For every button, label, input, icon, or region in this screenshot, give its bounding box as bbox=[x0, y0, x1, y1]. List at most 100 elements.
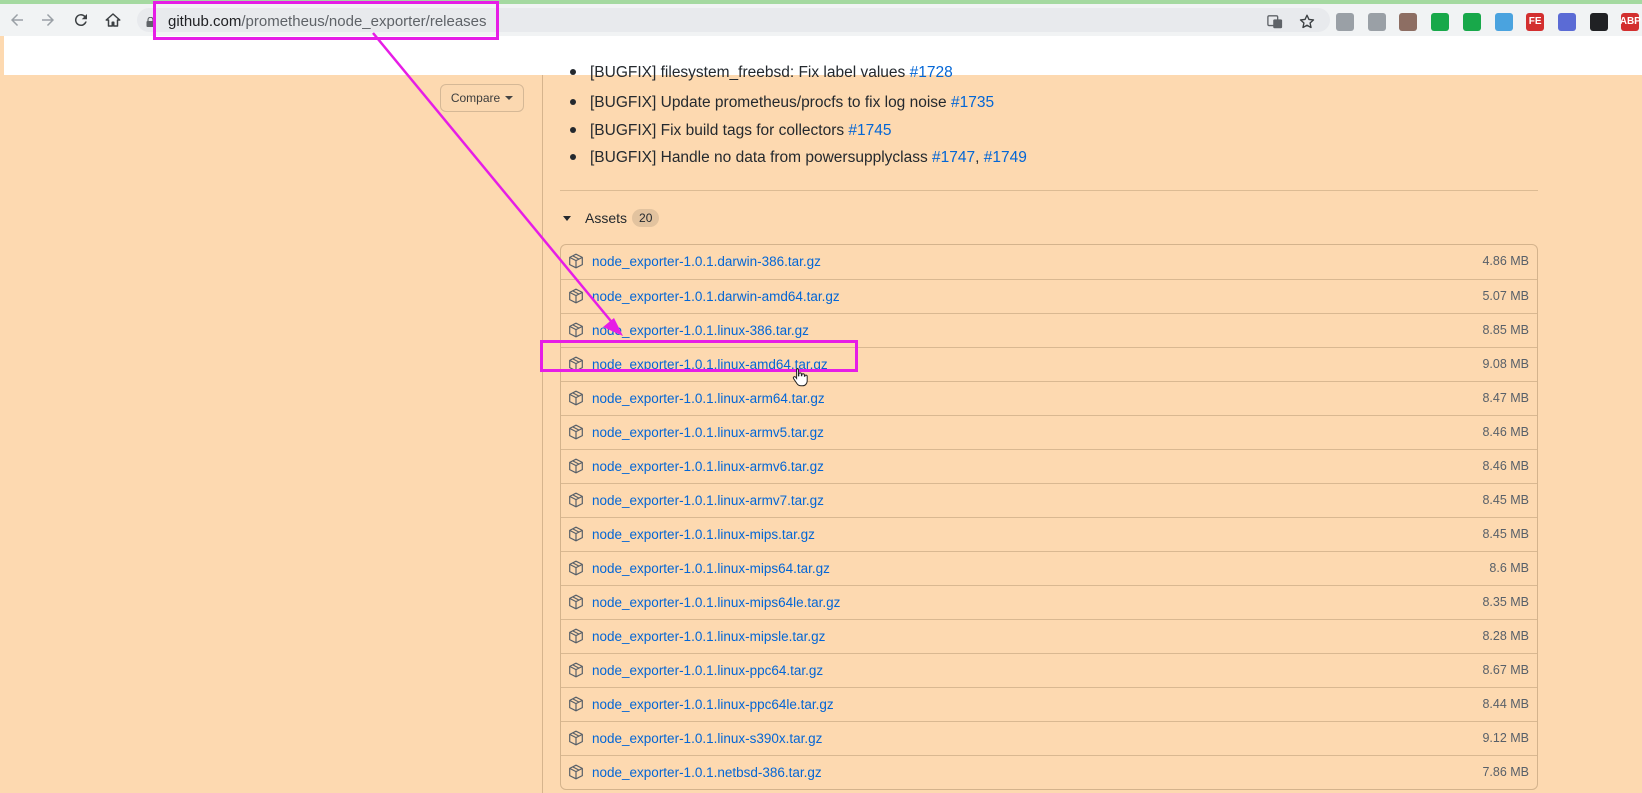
caret-down-icon bbox=[563, 215, 571, 221]
asset-row: node_exporter-1.0.1.linux-mips.tar.gz 8.4… bbox=[561, 517, 1537, 551]
issue-link[interactable]: #1747 bbox=[932, 149, 975, 166]
asset-row: node_exporter-1.0.1.linux-386.tar.gz 8.85… bbox=[561, 313, 1537, 347]
bird-extension-icon[interactable] bbox=[1494, 13, 1513, 31]
asset-row: node_exporter-1.0.1.linux-s390x.tar.gz 9.… bbox=[561, 721, 1537, 755]
package-icon bbox=[568, 492, 584, 508]
asset-download-link[interactable]: node_exporter-1.0.1.linux-mips64.tar.gz bbox=[592, 560, 830, 577]
asset-download-link[interactable]: node_exporter-1.0.1.linux-armv5.tar.gz bbox=[592, 424, 824, 441]
package-icon bbox=[568, 526, 584, 542]
asset-download-link[interactable]: node_exporter-1.0.1.linux-armv7.tar.gz bbox=[592, 492, 824, 509]
home-icon[interactable] bbox=[101, 8, 125, 32]
release-note-text: [BUGFIX] Update prometheus/procfs to fix… bbox=[590, 94, 951, 112]
asset-file-size: 8.45 MB bbox=[1482, 493, 1529, 507]
release-note-item: [BUGFIX] Handle no data from powersupply… bbox=[570, 148, 1027, 168]
asset-download-link[interactable]: node_exporter-1.0.1.netbsd-386.tar.gz bbox=[592, 764, 822, 781]
package-icon bbox=[568, 628, 584, 644]
asset-download-link[interactable]: node_exporter-1.0.1.linux-ppc64le.tar.gz bbox=[592, 696, 834, 713]
bullet-icon bbox=[570, 126, 576, 133]
fe-extension-icon[interactable]: FE bbox=[1526, 13, 1545, 31]
asset-download-link[interactable]: node_exporter-1.0.1.linux-ppc64.tar.gz bbox=[592, 662, 823, 679]
url-text[interactable]: github.com/prometheus/node_exporter/rele… bbox=[168, 13, 487, 31]
asset-file-size: 8.47 MB bbox=[1482, 391, 1529, 405]
package-icon bbox=[568, 696, 584, 712]
issue-link[interactable]: #1749 bbox=[984, 149, 1027, 166]
asset-row: node_exporter-1.0.1.linux-armv6.tar.gz 8.… bbox=[561, 449, 1537, 483]
asset-download-link[interactable]: node_exporter-1.0.1.linux-s390x.tar.gz bbox=[592, 730, 822, 747]
reload-icon[interactable] bbox=[69, 8, 93, 32]
asset-download-link[interactable]: node_exporter-1.0.1.darwin-386.tar.gz bbox=[592, 253, 821, 270]
privacy-extension-icon[interactable] bbox=[1462, 13, 1481, 31]
package-icon bbox=[568, 390, 584, 406]
release-note-text: [BUGFIX] Fix build tags for collectors bbox=[590, 121, 849, 139]
issue-link[interactable]: #1735 bbox=[951, 94, 994, 111]
asset-file-size: 8.67 MB bbox=[1482, 663, 1529, 677]
asset-download-link[interactable]: node_exporter-1.0.1.linux-mipsle.tar.gz bbox=[592, 628, 825, 645]
translate-icon[interactable] bbox=[1266, 13, 1284, 31]
asset-row: node_exporter-1.0.1.linux-mipsle.tar.gz 8… bbox=[561, 619, 1537, 653]
asset-download-link[interactable]: node_exporter-1.0.1.linux-mips64le.tar.g… bbox=[592, 594, 840, 611]
asset-row: node_exporter-1.0.1.darwin-amd64.tar.gz 5… bbox=[561, 279, 1537, 313]
url-host: github.com bbox=[168, 13, 242, 30]
package-icon bbox=[568, 458, 584, 474]
asset-file-size: 8.35 MB bbox=[1482, 595, 1529, 609]
package-icon bbox=[568, 424, 584, 440]
mask-extension-icon[interactable] bbox=[1589, 13, 1608, 31]
package-icon bbox=[568, 356, 584, 372]
asset-row: node_exporter-1.0.1.netbsd-386.tar.gz 7.8… bbox=[561, 755, 1537, 789]
bullet-icon bbox=[570, 153, 576, 160]
assets-toggle[interactable]: Assets 20 bbox=[560, 206, 660, 230]
hand-cursor-icon bbox=[792, 368, 808, 387]
asset-row: node_exporter-1.0.1.linux-armv7.tar.gz 8.… bbox=[561, 483, 1537, 517]
asset-download-link[interactable]: node_exporter-1.0.1.linux-arm64.tar.gz bbox=[592, 390, 825, 407]
asset-download-link[interactable]: node_exporter-1.0.1.linux-386.tar.gz bbox=[592, 322, 809, 339]
asset-row: node_exporter-1.0.1.linux-armv5.tar.gz 8.… bbox=[561, 415, 1537, 449]
package-icon bbox=[568, 288, 584, 304]
assets-count-badge: 20 bbox=[632, 209, 660, 227]
package-icon bbox=[568, 730, 584, 746]
lock-icon[interactable] bbox=[146, 17, 155, 27]
asset-download-link[interactable]: node_exporter-1.0.1.darwin-amd64.tar.gz bbox=[592, 288, 840, 305]
asset-row: node_exporter-1.0.1.linux-mips64.tar.gz 8… bbox=[561, 551, 1537, 585]
issue-link[interactable]: #1745 bbox=[848, 122, 891, 139]
adblock-extension-icon[interactable]: ABP bbox=[1620, 13, 1641, 31]
asset-file-size: 8.46 MB bbox=[1482, 459, 1529, 473]
sidebar-divider bbox=[542, 75, 543, 793]
asset-file-size: 9.12 MB bbox=[1482, 731, 1529, 745]
bookmark-star-icon[interactable] bbox=[1298, 13, 1316, 31]
asset-download-link[interactable]: node_exporter-1.0.1.linux-mips.tar.gz bbox=[592, 526, 815, 543]
asset-file-size: 4.86 MB bbox=[1482, 254, 1529, 268]
link-separator: , bbox=[975, 148, 984, 166]
compare-button[interactable]: Compare bbox=[440, 84, 524, 112]
package-icon bbox=[568, 560, 584, 576]
asset-file-size: 8.45 MB bbox=[1482, 527, 1529, 541]
asset-download-link[interactable]: node_exporter-1.0.1.linux-armv6.tar.gz bbox=[592, 458, 824, 475]
asset-row: node_exporter-1.0.1.linux-arm64.tar.gz 8.… bbox=[561, 381, 1537, 415]
pdf-extension-icon[interactable] bbox=[1399, 13, 1418, 31]
download-extension-icon[interactable] bbox=[1336, 13, 1354, 31]
browser-toolbar: github.com/prometheus/node_exporter/rele… bbox=[0, 4, 1642, 36]
package-icon bbox=[568, 322, 584, 338]
bullet-icon bbox=[570, 99, 576, 106]
back-arrow-icon[interactable] bbox=[5, 8, 29, 32]
asset-file-size: 8.6 MB bbox=[1489, 561, 1529, 575]
generic-extension-icon[interactable] bbox=[1367, 13, 1386, 31]
url-path: /prometheus/node_exporter/releases bbox=[241, 13, 487, 30]
asset-file-size: 8.85 MB bbox=[1482, 323, 1529, 337]
shield-extension-icon[interactable] bbox=[1431, 13, 1450, 31]
assets-title: Assets bbox=[585, 210, 628, 226]
package-icon bbox=[568, 764, 584, 780]
asset-row: node_exporter-1.0.1.linux-mips64le.tar.g… bbox=[561, 585, 1537, 619]
release-note-item: [BUGFIX] filesystem_freebsd: Fix label v… bbox=[570, 63, 953, 83]
forward-arrow-icon[interactable] bbox=[36, 8, 60, 32]
asset-list: node_exporter-1.0.1.darwin-386.tar.gz 4.8… bbox=[560, 244, 1538, 790]
asset-row: node_exporter-1.0.1.linux-ppc64le.tar.gz… bbox=[561, 687, 1537, 721]
issue-link[interactable]: #1728 bbox=[910, 64, 953, 81]
asset-row: node_exporter-1.0.1.linux-amd64.tar.gz 9.… bbox=[561, 347, 1537, 381]
asset-file-size: 8.44 MB bbox=[1482, 697, 1529, 711]
package-icon bbox=[568, 594, 584, 610]
asset-file-size: 5.07 MB bbox=[1482, 289, 1529, 303]
check-extension-icon[interactable] bbox=[1557, 13, 1576, 31]
asset-file-size: 8.28 MB bbox=[1482, 629, 1529, 643]
asset-file-size: 9.08 MB bbox=[1482, 357, 1529, 371]
asset-file-size: 7.86 MB bbox=[1482, 765, 1529, 779]
